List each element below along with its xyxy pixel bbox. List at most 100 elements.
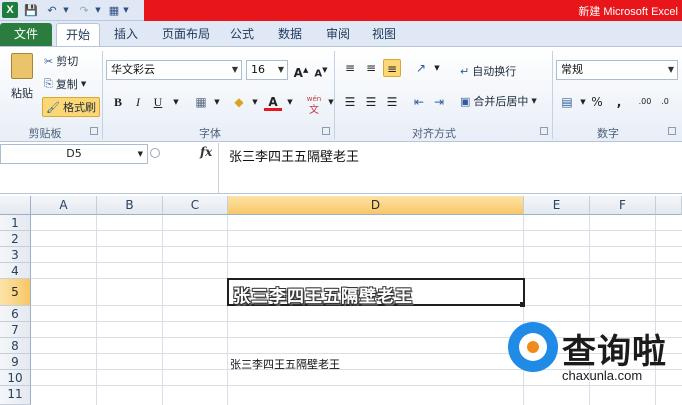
row-header-5[interactable]: 5 — [0, 279, 31, 306]
paste-button[interactable]: 粘贴 — [8, 53, 36, 101]
row-header-3[interactable]: 3 — [0, 247, 31, 263]
column-header-b[interactable]: B — [97, 196, 163, 215]
row-header-6[interactable]: 6 — [0, 306, 31, 322]
insert-function-icon[interactable]: fx — [200, 145, 212, 159]
cell-d5-text: 张三李四王五隔壁老王 — [233, 287, 413, 307]
select-all-button[interactable] — [0, 196, 31, 215]
qat-customize-icon[interactable]: ▼ — [122, 2, 130, 18]
alignment-launcher-icon[interactable] — [540, 127, 548, 135]
bold-button[interactable]: B — [109, 93, 127, 111]
watermark-url: chaxunla.com — [562, 368, 643, 383]
merge-center-button[interactable]: ▣ 合并后居中 ▼ — [460, 93, 537, 109]
underline-button[interactable]: U — [149, 93, 167, 111]
row-header-4[interactable]: 4 — [0, 263, 31, 279]
align-right-icon[interactable]: ☰ — [383, 93, 401, 111]
watermark-brand: 查询啦 — [562, 332, 667, 372]
name-box[interactable]: D5 ▼ — [0, 144, 148, 164]
align-left-icon[interactable]: ☰ — [341, 93, 359, 111]
merge-icon: ▣ — [460, 94, 471, 108]
font-size-combo[interactable]: 16 ▼ — [246, 60, 288, 80]
orientation-dropdown-icon[interactable]: ▼ — [428, 59, 446, 77]
fill-color-dropdown-icon[interactable]: ▼ — [246, 93, 264, 111]
clipboard-launcher-icon[interactable] — [90, 127, 98, 135]
comma-style-button[interactable]: , — [610, 93, 628, 111]
number-format-combo[interactable]: 常规 ▼ — [556, 60, 678, 80]
cut-button[interactable]: ✂ 剪切 — [44, 53, 78, 69]
increase-indent-icon[interactable]: ⇥ — [430, 93, 448, 111]
wrap-text-icon: ↵ — [460, 64, 470, 78]
decrease-decimal-icon[interactable]: .0 — [656, 93, 674, 111]
shrink-font-icon[interactable]: A▼ — [312, 61, 330, 79]
tab-home[interactable]: 开始 — [56, 23, 100, 46]
underline-dropdown-icon[interactable]: ▼ — [167, 93, 185, 111]
tab-view[interactable]: 视图 — [364, 23, 404, 46]
brush-icon: 🖌 — [46, 100, 60, 114]
tab-review[interactable]: 审阅 — [318, 23, 358, 46]
row-header-7[interactable]: 7 — [0, 322, 31, 338]
group-divider — [334, 51, 335, 139]
column-header-f[interactable]: F — [590, 196, 656, 215]
gridline — [31, 246, 682, 247]
name-box-value: D5 — [66, 147, 82, 160]
column-header-a[interactable]: A — [31, 196, 97, 215]
cell-d9-text: 张三李四王五隔壁老王 — [230, 358, 340, 371]
scissors-icon: ✂ — [44, 54, 54, 68]
format-painter-button[interactable]: 🖌 格式刷 — [42, 97, 100, 117]
column-header-e[interactable]: E — [524, 196, 590, 215]
ribbon: 粘贴 ✂ 剪切 ⎘ 复制 ▼ 🖌 格式刷 剪贴板 华文彩云 ▼ 16 ▼ A▲ A▼ B I… — [0, 46, 682, 142]
row-header-1[interactable]: 1 — [0, 215, 31, 231]
number-launcher-icon[interactable] — [668, 127, 676, 135]
gridline — [162, 215, 163, 405]
save-icon[interactable]: 💾 — [24, 2, 38, 18]
column-header-d[interactable]: D — [228, 196, 524, 215]
fill-handle[interactable] — [520, 302, 525, 307]
row-header-10[interactable]: 10 — [0, 370, 31, 386]
italic-button[interactable]: I — [129, 93, 147, 111]
align-top-icon[interactable]: ≡ — [341, 59, 359, 77]
undo-dropdown-icon[interactable]: ▼ — [62, 2, 70, 18]
formula-input[interactable]: 张三李四王五隔壁老王 — [218, 143, 682, 193]
excel-logo-icon: X — [2, 2, 18, 18]
expand-icon[interactable] — [150, 148, 160, 158]
tab-page-layout[interactable]: 页面布局 — [156, 23, 216, 46]
phonetic-dropdown-icon[interactable]: ▼ — [322, 93, 340, 111]
merge-center-label: 合并后居中 — [473, 95, 529, 108]
copy-label: 复制 — [55, 78, 78, 91]
redo-dropdown-icon[interactable]: ▼ — [94, 2, 102, 18]
column-header-c[interactable]: C — [163, 196, 228, 215]
copy-button[interactable]: ⎘ 复制 ▼ — [44, 76, 86, 92]
decrease-indent-icon[interactable]: ⇤ — [410, 93, 428, 111]
tab-insert[interactable]: 插入 — [106, 23, 146, 46]
undo-icon[interactable]: ↶ — [44, 2, 60, 18]
row-header-8[interactable]: 8 — [0, 338, 31, 354]
column-header-g[interactable] — [656, 196, 682, 215]
font-launcher-icon[interactable] — [322, 127, 330, 135]
row-header-2[interactable]: 2 — [0, 231, 31, 247]
gridline — [96, 215, 97, 405]
chevron-down-icon: ▼ — [231, 65, 238, 74]
formula-bar: D5 ▼ fx 张三李四王五隔壁老王 — [0, 142, 682, 194]
font-color-dropdown-icon[interactable]: ▼ — [281, 93, 299, 111]
increase-decimal-icon[interactable]: .00 — [636, 93, 654, 111]
align-center-icon[interactable]: ☰ — [362, 93, 380, 111]
row-header-11[interactable]: 11 — [0, 386, 31, 405]
font-color-icon[interactable]: A — [264, 93, 282, 111]
phonetic-icon[interactable]: wén 文 — [304, 93, 324, 116]
borders-dropdown-icon[interactable]: ▼ — [208, 93, 226, 111]
font-name-combo[interactable]: 华文彩云 ▼ — [106, 60, 242, 80]
copy-icon: ⎘ — [44, 77, 53, 90]
tab-file[interactable]: 文件 — [0, 23, 52, 46]
row-header-9[interactable]: 9 — [0, 354, 31, 370]
search-logo-icon — [508, 322, 558, 372]
gridline — [31, 230, 682, 231]
number-format-value: 常规 — [561, 63, 583, 76]
align-bottom-icon[interactable]: ≡ — [383, 59, 401, 77]
redo-icon[interactable]: ↷ — [76, 2, 92, 18]
tab-formulas[interactable]: 公式 — [222, 23, 262, 46]
wrap-text-button[interactable]: ↵ 自动换行 — [460, 63, 516, 79]
grow-font-icon[interactable]: A▲ — [292, 61, 310, 80]
percent-button[interactable]: % — [588, 93, 606, 111]
align-middle-icon[interactable]: ≡ — [362, 59, 380, 77]
border-icon[interactable]: ▦ — [106, 2, 122, 18]
tab-data[interactable]: 数据 — [270, 23, 310, 46]
